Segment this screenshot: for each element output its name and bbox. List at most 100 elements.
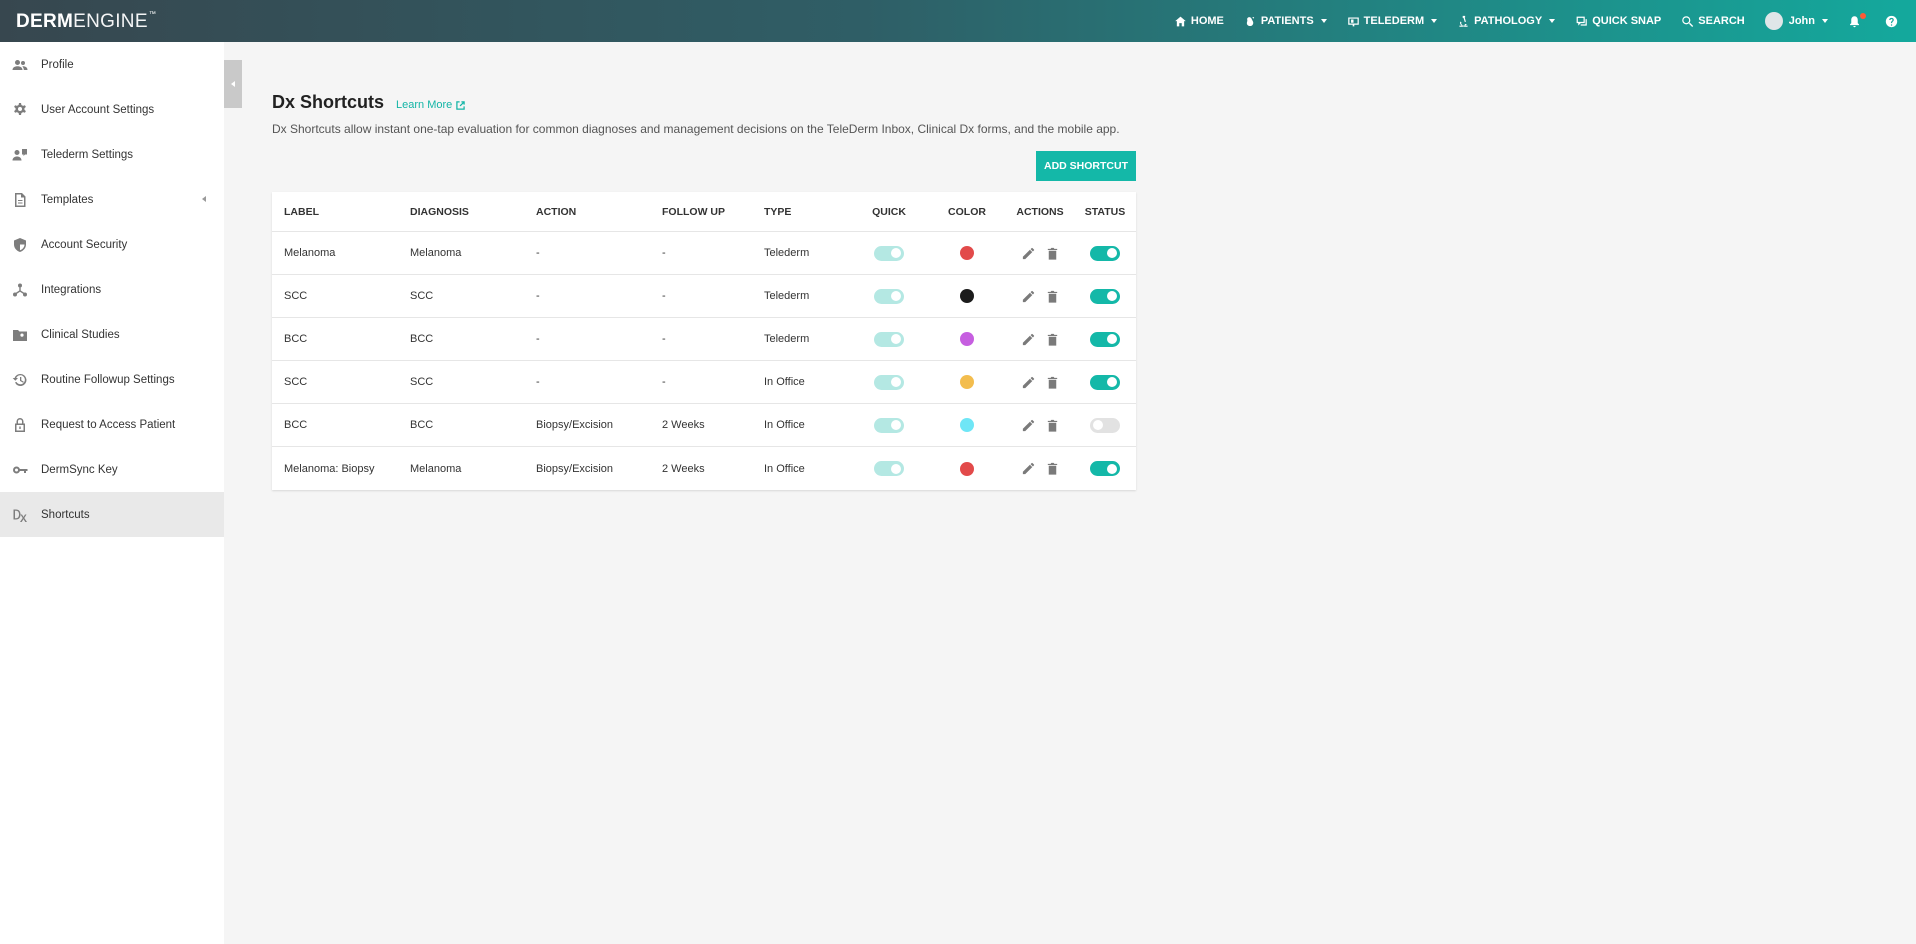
delete-button[interactable] <box>1045 246 1060 261</box>
user-menu[interactable]: John <box>1755 0 1838 42</box>
status-toggle[interactable] <box>1090 461 1120 476</box>
edit-button[interactable] <box>1021 289 1036 304</box>
sidebar-item-integrations[interactable]: Integrations <box>0 267 224 312</box>
quick-toggle[interactable] <box>874 331 904 347</box>
status-toggle[interactable] <box>1090 245 1120 261</box>
edit-button[interactable] <box>1021 418 1036 433</box>
learn-more-link[interactable]: Learn More <box>396 99 466 111</box>
nav-label: PATIENTS <box>1260 15 1314 27</box>
integrations-icon <box>13 283 27 296</box>
cell-type: Telederm <box>764 290 810 302</box>
sidebar-collapse-toggle[interactable] <box>224 60 242 108</box>
quick-toggle[interactable] <box>874 461 904 476</box>
quick-toggle[interactable] <box>874 288 904 304</box>
cell-type: Telederm <box>764 247 810 259</box>
status-toggle[interactable] <box>1090 374 1120 390</box>
nav-search[interactable]: SEARCH <box>1671 0 1754 42</box>
table-row: Melanoma: Biopsy Melanoma Biopsy/Excision 2… <box>272 447 1136 490</box>
cell-quick <box>850 417 928 433</box>
cell-status <box>1074 417 1136 433</box>
cell-status <box>1074 331 1136 347</box>
nav-home[interactable]: HOME <box>1164 0 1234 42</box>
sidebar-item-templates[interactable]: Templates <box>0 177 224 222</box>
table-row: SCC SCC - - Telederm <box>272 275 1136 318</box>
cell-label: BCC <box>284 419 308 431</box>
table-row: BCC BCC Biopsy/Excision 2 Weeks In Office <box>272 404 1136 447</box>
status-toggle[interactable] <box>1090 331 1120 347</box>
sidebar-item-account-security[interactable]: Account Security <box>0 222 224 267</box>
edit-icon <box>1022 376 1034 388</box>
home-icon <box>1175 16 1186 26</box>
chevron-left-icon <box>202 196 206 202</box>
cell-actions <box>1006 418 1074 433</box>
sidebar-item-profile[interactable]: Profile <box>0 42 224 87</box>
notifications-button[interactable] <box>1838 0 1875 42</box>
telederm-settings-icon <box>12 148 27 160</box>
trash-icon <box>1047 419 1057 432</box>
sidebar-item-label: Clinical Studies <box>41 328 120 341</box>
cell-label: Melanoma: Biopsy <box>284 462 375 475</box>
color-swatch <box>960 332 974 346</box>
external-link-icon <box>456 100 466 110</box>
cell-actions <box>1006 375 1074 390</box>
profile-icon-wrap <box>12 57 28 73</box>
status-toggle[interactable] <box>1090 288 1120 304</box>
notification-badge <box>1860 13 1866 19</box>
cell-follow-up: - <box>662 376 666 388</box>
quick-snap-icon <box>1576 16 1587 26</box>
trash-icon <box>1047 247 1057 260</box>
nav-label: PATHOLOGY <box>1474 15 1543 27</box>
edit-button[interactable] <box>1021 246 1036 261</box>
quick-toggle[interactable] <box>874 374 904 390</box>
add-shortcut-button[interactable]: ADD SHORTCUT <box>1036 151 1136 181</box>
delete-button[interactable] <box>1045 418 1060 433</box>
cell-actions <box>1006 332 1074 347</box>
column-header: STATUS <box>1084 205 1126 218</box>
help-button[interactable] <box>1875 0 1916 42</box>
toggle-knob <box>891 334 901 344</box>
column-header: DIAGNOSIS <box>410 205 469 218</box>
edit-button[interactable] <box>1021 375 1036 390</box>
key-icon <box>13 466 28 473</box>
integrations-icon-wrap <box>12 282 28 298</box>
sidebar-item-shortcuts[interactable]: Shortcuts <box>0 492 224 537</box>
quick-toggle[interactable] <box>874 417 904 433</box>
quick-toggle[interactable] <box>874 245 904 261</box>
edit-button[interactable] <box>1021 461 1036 476</box>
nav-patients[interactable]: PATIENTS <box>1234 0 1337 42</box>
learn-more-label: Learn More <box>396 99 453 111</box>
nav-quick-snap[interactable]: QUICK SNAP <box>1565 0 1671 42</box>
sidebar-item-label: Profile <box>41 58 74 71</box>
cell-status <box>1074 461 1136 476</box>
telederm-icon <box>1347 16 1359 26</box>
table-row: SCC SCC - - In Office <box>272 361 1136 404</box>
edit-button[interactable] <box>1021 332 1036 347</box>
nav-label: QUICK SNAP <box>1592 15 1662 27</box>
cell-color <box>928 332 1006 346</box>
sidebar-item-clinical-studies[interactable]: Clinical Studies <box>0 312 224 357</box>
chevron-left-icon <box>231 81 235 87</box>
gear-icon <box>14 102 26 115</box>
status-toggle[interactable] <box>1090 417 1120 433</box>
delete-button[interactable] <box>1045 332 1060 347</box>
cell-diagnosis: BCC <box>410 333 434 345</box>
dermengine-logo[interactable]: DERMENGINE™ <box>16 11 156 33</box>
nav-label: TELEDERM <box>1363 15 1425 27</box>
sidebar-item-dermsync-key[interactable]: DermSync Key <box>0 447 224 492</box>
cell-label: Melanoma <box>284 247 336 259</box>
sidebar-item-telederm-settings[interactable]: Telederm Settings <box>0 132 224 177</box>
sidebar-item-request-to-access-patient[interactable]: Request to Access Patient <box>0 402 224 447</box>
sidebar-item-routine-followup-settings[interactable]: Routine Followup Settings <box>0 357 224 402</box>
color-swatch <box>960 461 974 476</box>
nav-telederm[interactable]: TELEDERM <box>1337 0 1448 42</box>
delete-button[interactable] <box>1045 375 1060 390</box>
nav-pathology[interactable]: PATHOLOGY <box>1447 0 1565 42</box>
cell-diagnosis: BCC <box>410 419 434 431</box>
sidebar-item-label: Routine Followup Settings <box>41 373 175 386</box>
color-swatch <box>960 289 974 303</box>
delete-button[interactable] <box>1045 289 1060 304</box>
edit-icon <box>1022 290 1034 302</box>
delete-button[interactable] <box>1045 461 1060 476</box>
sidebar-item-user-account-settings[interactable]: User Account Settings <box>0 87 224 132</box>
folder-user-icon-wrap <box>12 327 28 343</box>
